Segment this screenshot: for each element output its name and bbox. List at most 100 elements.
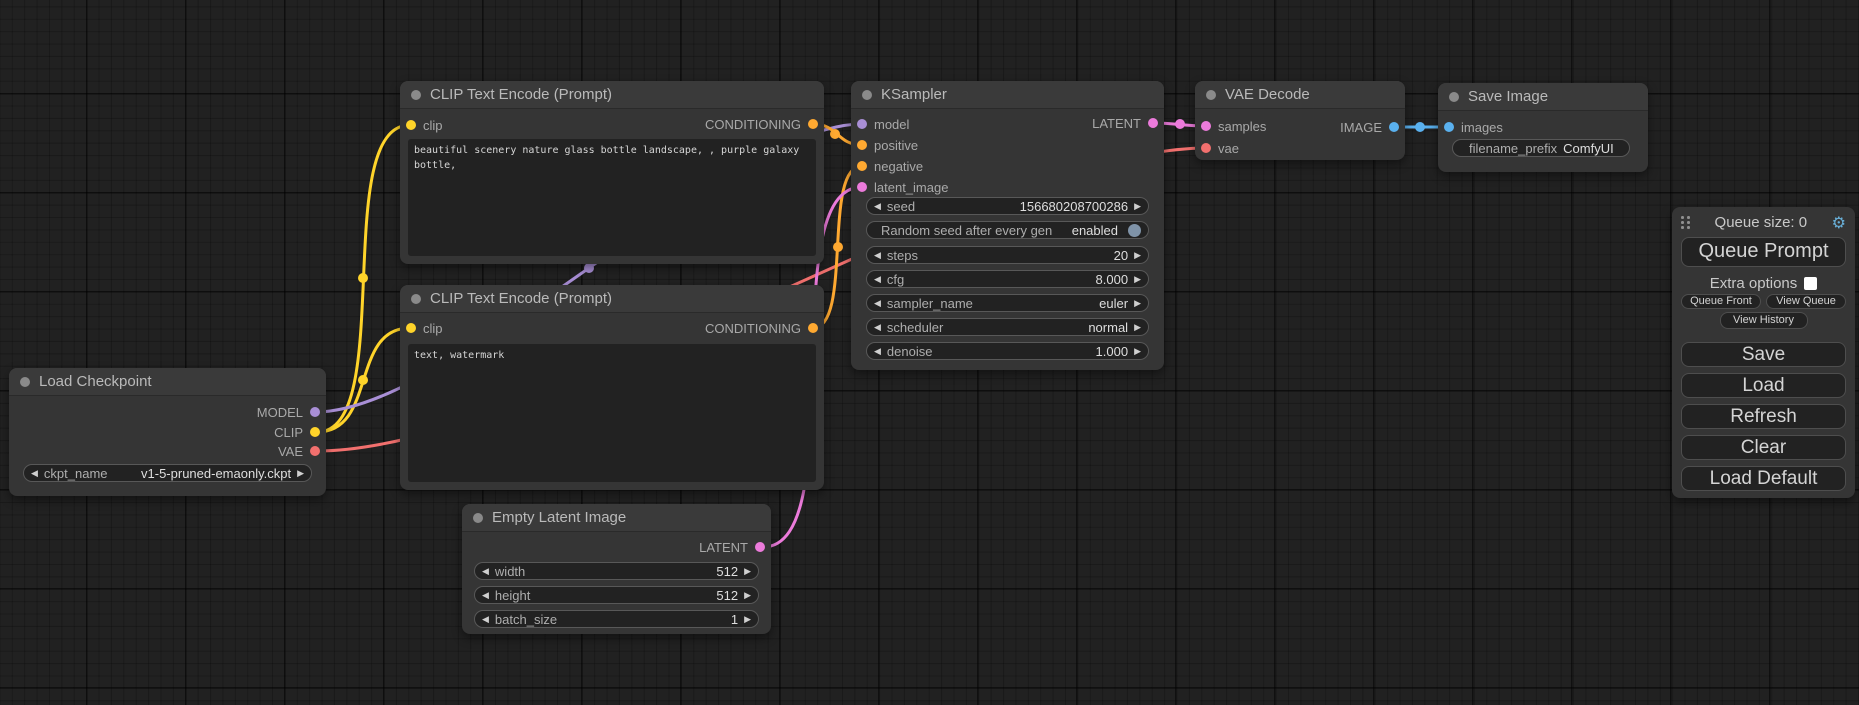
node-title-bar[interactable]: KSampler [851, 81, 1164, 109]
input-model[interactable]: model [857, 117, 909, 131]
height-widget[interactable]: ◀ height 512 ▶ [474, 586, 759, 604]
increment-arrow-icon[interactable]: ▶ [744, 615, 751, 624]
node-collapse-dot[interactable] [473, 513, 483, 523]
increment-arrow-icon[interactable]: ▶ [1134, 347, 1141, 356]
vae-port-dot[interactable] [310, 446, 320, 456]
cfg-widget[interactable]: ◀ cfg 8.000 ▶ [866, 270, 1149, 288]
random-seed-toggle[interactable] [1128, 224, 1141, 237]
increment-arrow-icon[interactable]: ▶ [1134, 251, 1141, 260]
input-negative[interactable]: negative [857, 159, 923, 173]
model-port-dot[interactable] [857, 119, 867, 129]
input-clip[interactable]: clip [406, 118, 443, 132]
input-vae[interactable]: vae [1201, 141, 1239, 155]
conditioning-port-dot[interactable] [808, 119, 818, 129]
ckpt-name-widget[interactable]: ◀ ckpt_name v1-5-pruned-emaonly.ckpt ▶ [23, 464, 312, 482]
vae-port-dot[interactable] [1201, 143, 1211, 153]
input-images[interactable]: images [1444, 120, 1503, 134]
node-title-bar[interactable]: Empty Latent Image [462, 504, 771, 532]
decrement-arrow-icon[interactable]: ◀ [874, 299, 881, 308]
extra-options-checkbox[interactable] [1804, 277, 1817, 290]
increment-arrow-icon[interactable]: ▶ [1134, 202, 1141, 211]
clip-port-dot[interactable] [406, 323, 416, 333]
latent-port-dot[interactable] [1201, 121, 1211, 131]
node-collapse-dot[interactable] [20, 377, 30, 387]
node-collapse-dot[interactable] [1206, 90, 1216, 100]
link-midpoint-dot[interactable] [1415, 122, 1425, 132]
node-clip-text-encode-positive[interactable]: CLIP Text Encode (Prompt) clip CONDITION… [400, 81, 824, 264]
increment-arrow-icon[interactable]: ▶ [744, 591, 751, 600]
increment-arrow-icon[interactable]: ▶ [1134, 299, 1141, 308]
positive-prompt-textarea[interactable]: beautiful scenery nature glass bottle la… [408, 139, 816, 256]
increment-arrow-icon[interactable]: ▶ [744, 567, 751, 576]
node-collapse-dot[interactable] [411, 294, 421, 304]
view-queue-button[interactable]: View Queue [1766, 294, 1846, 309]
increment-arrow-icon[interactable]: ▶ [297, 469, 304, 478]
output-vae[interactable]: VAE [278, 444, 320, 458]
node-save-image[interactable]: Save Image images filename_prefix ComfyU… [1438, 83, 1648, 172]
node-title-bar[interactable]: Save Image [1438, 83, 1648, 111]
node-title-bar[interactable]: CLIP Text Encode (Prompt) [400, 81, 824, 109]
conditioning-port-dot[interactable] [808, 323, 818, 333]
image-port-dot[interactable] [1389, 122, 1399, 132]
view-history-button[interactable]: View History [1720, 312, 1808, 329]
load-default-button[interactable]: Load Default [1681, 466, 1846, 491]
latent-port-dot[interactable] [755, 542, 765, 552]
decrement-arrow-icon[interactable]: ◀ [874, 347, 881, 356]
node-collapse-dot[interactable] [411, 90, 421, 100]
latent-port-dot[interactable] [1148, 118, 1158, 128]
sampler-name-widget[interactable]: ◀ sampler_name euler ▶ [866, 294, 1149, 312]
filename-prefix-widget[interactable]: filename_prefix ComfyUI [1452, 139, 1630, 157]
output-latent[interactable]: LATENT [699, 540, 765, 554]
queue-prompt-button[interactable]: Queue Prompt [1681, 237, 1846, 267]
batch-size-widget[interactable]: ◀ batch_size 1 ▶ [474, 610, 759, 628]
decrement-arrow-icon[interactable]: ◀ [482, 591, 489, 600]
output-clip[interactable]: CLIP [274, 425, 320, 439]
decrement-arrow-icon[interactable]: ◀ [874, 275, 881, 284]
decrement-arrow-icon[interactable]: ◀ [482, 567, 489, 576]
link-midpoint-dot[interactable] [830, 129, 840, 139]
node-title-bar[interactable]: Load Checkpoint [9, 368, 326, 396]
input-samples[interactable]: samples [1201, 119, 1266, 133]
output-latent[interactable]: LATENT [1092, 116, 1158, 130]
seed-widget[interactable]: ◀ seed 156680208700286 ▶ [866, 197, 1149, 215]
output-model[interactable]: MODEL [257, 405, 320, 419]
node-clip-text-encode-negative[interactable]: CLIP Text Encode (Prompt) clip CONDITION… [400, 285, 824, 490]
node-title-bar[interactable]: VAE Decode [1195, 81, 1405, 109]
decrement-arrow-icon[interactable]: ◀ [31, 469, 38, 478]
node-empty-latent-image[interactable]: Empty Latent Image LATENT ◀ width 512 ▶ … [462, 504, 771, 634]
width-widget[interactable]: ◀ width 512 ▶ [474, 562, 759, 580]
save-button[interactable]: Save [1681, 342, 1846, 367]
clip-port-dot[interactable] [406, 120, 416, 130]
input-positive[interactable]: positive [857, 138, 918, 152]
model-port-dot[interactable] [310, 407, 320, 417]
negative-prompt-textarea[interactable]: text, watermark [408, 344, 816, 482]
latent-port-dot[interactable] [857, 182, 867, 192]
link-midpoint-dot[interactable] [1175, 119, 1185, 129]
decrement-arrow-icon[interactable]: ◀ [874, 202, 881, 211]
output-conditioning[interactable]: CONDITIONING [705, 321, 818, 335]
clip-port-dot[interactable] [310, 427, 320, 437]
input-clip[interactable]: clip [406, 321, 443, 335]
node-graph-canvas[interactable]: Load Checkpoint MODEL CLIP VAE ◀ ckpt_na… [0, 0, 1859, 705]
link-midpoint-dot[interactable] [833, 242, 843, 252]
link-midpoint-dot[interactable] [358, 273, 368, 283]
increment-arrow-icon[interactable]: ▶ [1134, 275, 1141, 284]
node-title-bar[interactable]: CLIP Text Encode (Prompt) [400, 285, 824, 313]
node-load-checkpoint[interactable]: Load Checkpoint MODEL CLIP VAE ◀ ckpt_na… [9, 368, 326, 496]
decrement-arrow-icon[interactable]: ◀ [874, 323, 881, 332]
node-vae-decode[interactable]: VAE Decode samples vae IMAGE [1195, 81, 1405, 160]
decrement-arrow-icon[interactable]: ◀ [874, 251, 881, 260]
output-image[interactable]: IMAGE [1340, 120, 1399, 134]
node-collapse-dot[interactable] [862, 90, 872, 100]
link-midpoint-dot[interactable] [584, 263, 594, 273]
steps-widget[interactable]: ◀ steps 20 ▶ [866, 246, 1149, 264]
decrement-arrow-icon[interactable]: ◀ [482, 615, 489, 624]
image-port-dot[interactable] [1444, 122, 1454, 132]
clear-button[interactable]: Clear [1681, 435, 1846, 460]
conditioning-port-dot[interactable] [857, 161, 867, 171]
load-button[interactable]: Load [1681, 373, 1846, 398]
queue-front-button[interactable]: Queue Front [1681, 294, 1761, 309]
scheduler-widget[interactable]: ◀ scheduler normal ▶ [866, 318, 1149, 336]
output-conditioning[interactable]: CONDITIONING [705, 117, 818, 131]
link-midpoint-dot[interactable] [358, 375, 368, 385]
